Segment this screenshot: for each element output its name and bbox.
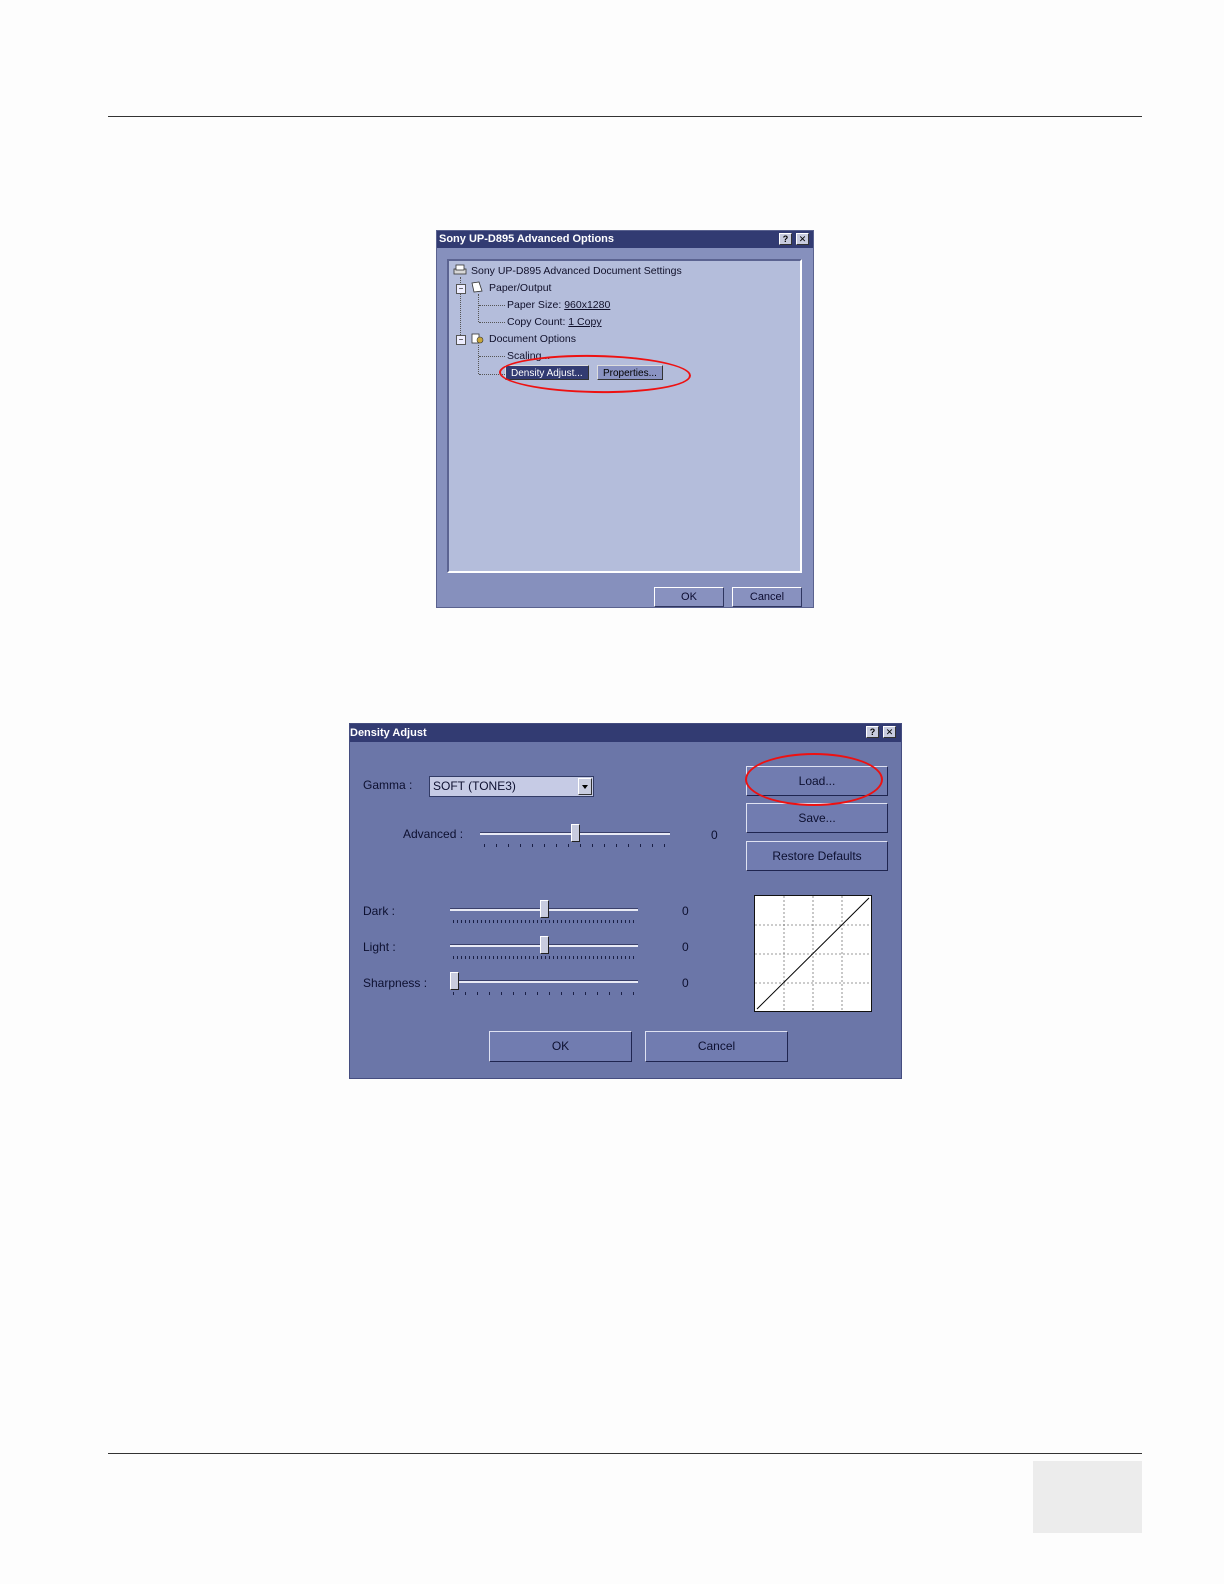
help-icon[interactable]: ? (866, 726, 879, 738)
dialog-title-bar: Sony UP-D895 Advanced Options ? ✕ (437, 231, 813, 248)
close-icon[interactable]: ✕ (796, 233, 809, 245)
light-value: 0 (682, 940, 689, 954)
sharpness-slider-track[interactable] (450, 980, 638, 983)
highlight-circle (745, 753, 883, 806)
chevron-down-icon[interactable] (578, 778, 592, 795)
highlight-circle (498, 353, 692, 395)
sharpness-label: Sharpness : (363, 976, 428, 990)
save-button[interactable]: Save... (746, 803, 888, 833)
dark-slider-ticks (453, 920, 634, 923)
tree-guide (478, 345, 479, 374)
tree-root-label[interactable]: Sony UP-D895 Advanced Document Settings (471, 265, 682, 277)
cancel-button[interactable]: Cancel (732, 587, 802, 607)
advanced-slider-thumb[interactable] (570, 824, 580, 842)
dialog-title: Density Adjust (350, 727, 427, 739)
light-slider-ticks (453, 956, 634, 959)
copy-count-label: Copy Count: (507, 316, 566, 328)
ok-button[interactable]: OK (489, 1031, 632, 1062)
dark-slider-thumb[interactable] (539, 900, 549, 918)
gamma-select[interactable]: SOFT (TONE3) (429, 776, 594, 797)
tree-branch (479, 305, 505, 306)
ok-button[interactable]: OK (654, 587, 724, 607)
printer-icon (453, 264, 467, 275)
copy-count-value[interactable]: 1 Copy (568, 316, 601, 328)
advanced-options-dialog: Sony UP-D895 Advanced Options ? ✕ Sony U… (436, 230, 814, 608)
cancel-button[interactable]: Cancel (645, 1031, 788, 1062)
light-slider-thumb[interactable] (539, 936, 549, 954)
dialog-title: Sony UP-D895 Advanced Options (439, 233, 615, 245)
advanced-value: 0 (711, 828, 718, 842)
sharpness-value: 0 (682, 976, 689, 990)
gamma-label: Gamma : (363, 778, 413, 792)
dark-value: 0 (682, 904, 689, 918)
gamma-select-value: SOFT (TONE3) (433, 779, 516, 793)
settings-tree-panel: Sony UP-D895 Advanced Document Settings … (447, 259, 802, 573)
close-icon[interactable]: ✕ (883, 726, 896, 738)
tree-copy-count: Copy Count: 1 Copy (507, 316, 602, 328)
dark-label: Dark : (363, 904, 396, 918)
gamma-curve-graph (755, 896, 871, 1011)
tree-document-options[interactable]: Document Options (489, 333, 576, 345)
gamma-curve-preview (754, 895, 872, 1012)
paper-icon (471, 281, 483, 293)
restore-defaults-button[interactable]: Restore Defaults (746, 841, 888, 871)
advanced-label: Advanced : (403, 827, 464, 841)
collapse-icon[interactable]: − (456, 284, 466, 294)
paper-size-value[interactable]: 960x1280 (564, 299, 610, 311)
header-rule (108, 116, 1142, 117)
sharpness-slider-thumb[interactable] (450, 972, 459, 990)
collapse-icon[interactable]: − (456, 335, 466, 345)
tree-paper-size: Paper Size: 960x1280 (507, 299, 610, 311)
advanced-slider-ticks (484, 844, 665, 847)
sharpness-slider-ticks (453, 992, 634, 995)
dialog-title-bar: Density Adjust ? ✕ (350, 724, 901, 742)
light-label: Light : (363, 940, 396, 954)
paper-size-label: Paper Size: (507, 299, 562, 311)
density-adjust-dialog: Density Adjust ? ✕ Gamma : SOFT (TONE3) … (349, 723, 902, 1079)
document-options-icon (471, 333, 484, 344)
help-icon[interactable]: ? (779, 233, 792, 245)
tree-paper-output[interactable]: Paper/Output (489, 282, 551, 294)
tree-guide (478, 294, 479, 322)
footer-rule (108, 1453, 1142, 1454)
tree-branch (479, 356, 505, 357)
tree-branch (479, 322, 505, 323)
page-number-box (1033, 1461, 1142, 1533)
